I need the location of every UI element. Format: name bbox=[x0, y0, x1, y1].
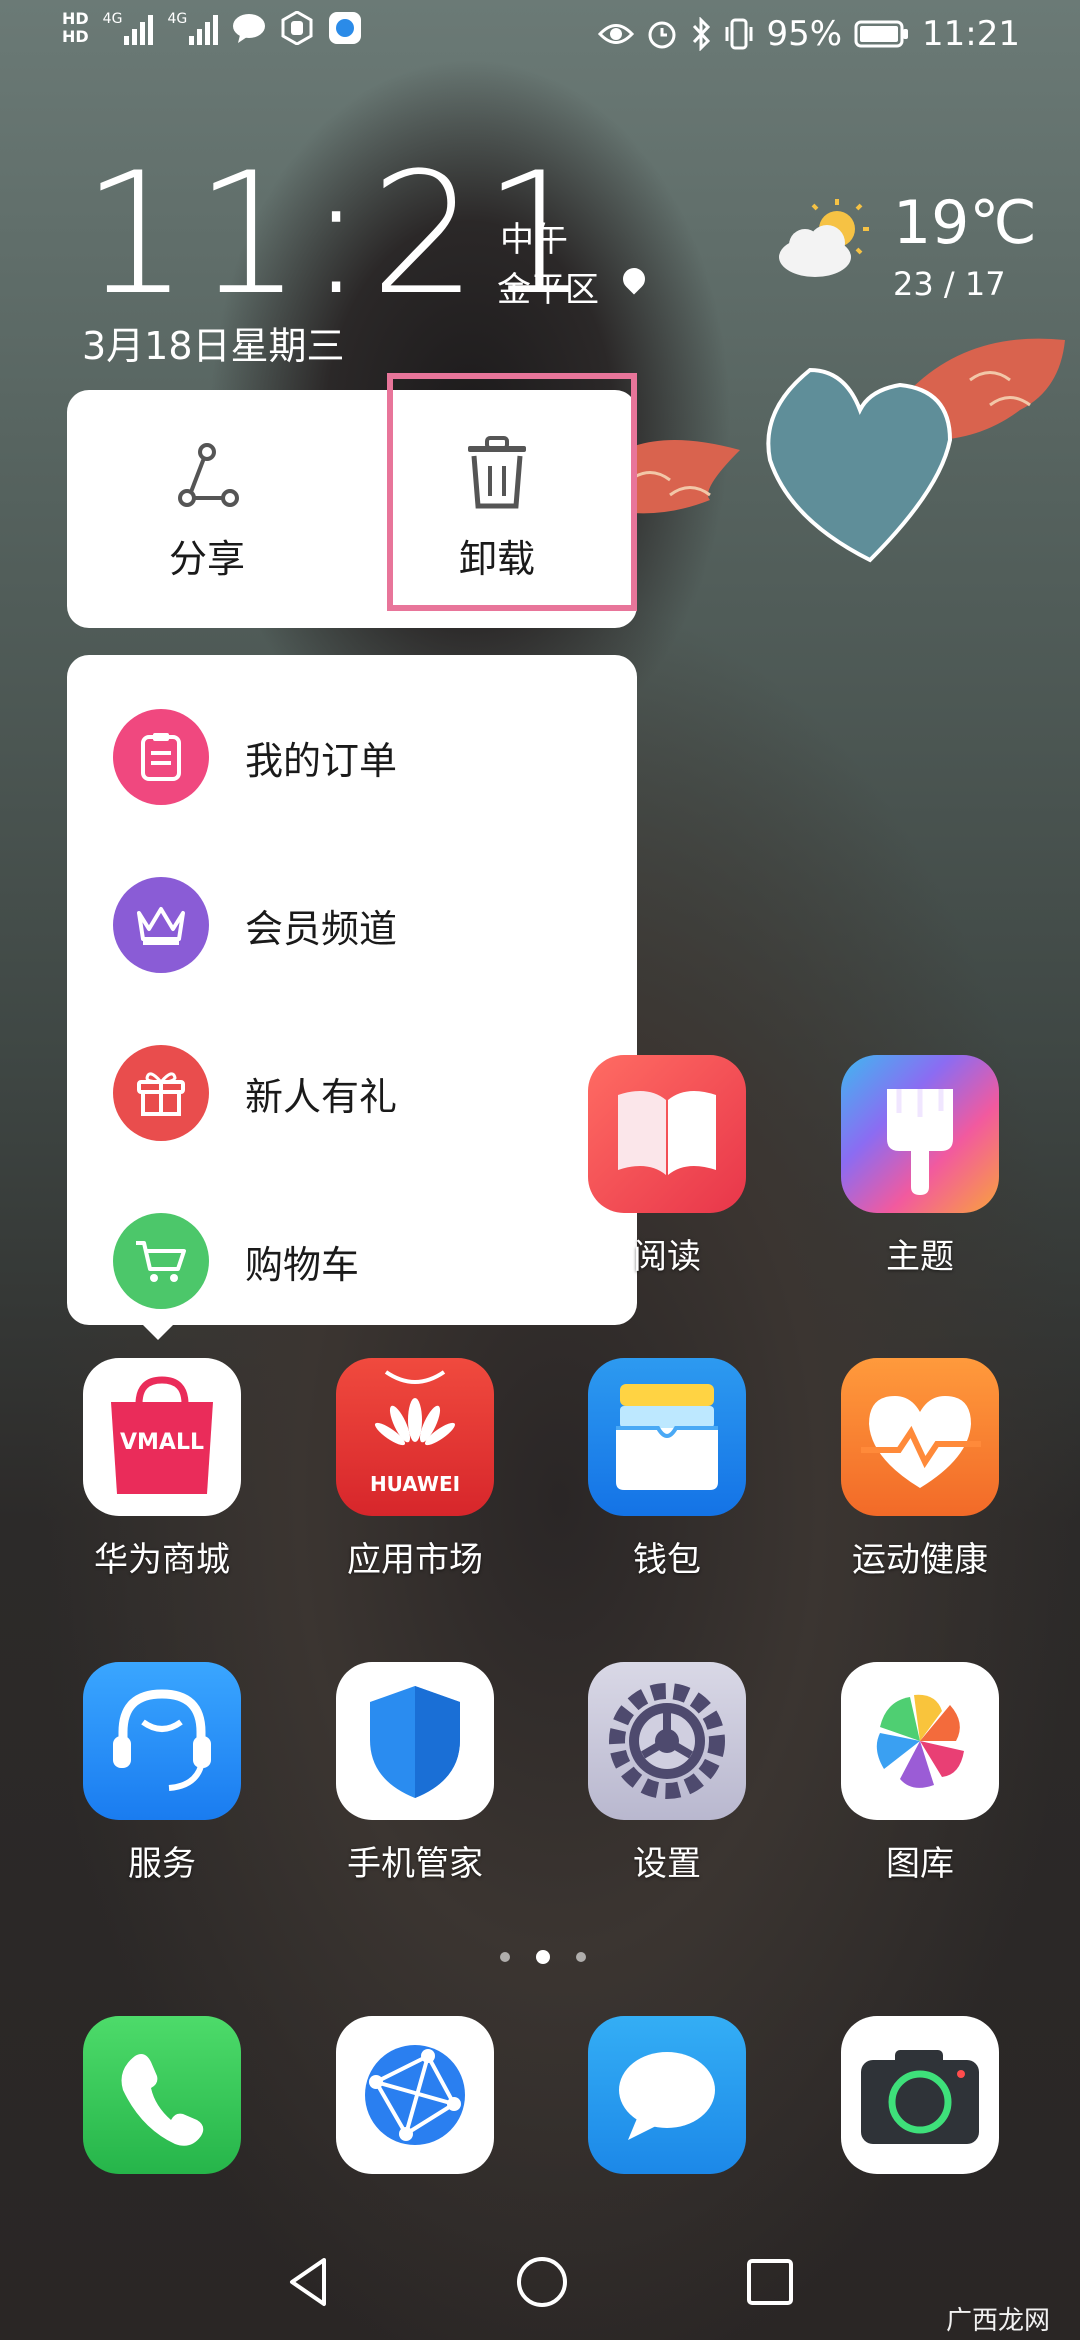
app-themes[interactable]: 主题 bbox=[840, 1055, 1000, 1278]
health-heart-icon bbox=[841, 1358, 999, 1516]
book-icon bbox=[588, 1055, 746, 1213]
status-bar: HD HD 4G 4G 95% 11:21 bbox=[0, 0, 1080, 72]
hd2-icon: HD bbox=[62, 27, 89, 46]
back-icon[interactable] bbox=[284, 2254, 332, 2310]
shortcut-label: 会员频道 bbox=[245, 906, 398, 951]
shortcut-label: 购物车 bbox=[245, 1242, 360, 1287]
camera-icon bbox=[841, 2016, 999, 2174]
brush-icon bbox=[841, 1055, 999, 1213]
page-indicator bbox=[500, 1950, 586, 1964]
status-time: 11:21 bbox=[922, 14, 1020, 54]
vibrate-icon bbox=[725, 18, 753, 50]
shortcut-label: 我的订单 bbox=[245, 738, 398, 783]
hand-icon bbox=[281, 11, 313, 45]
app-label: 华为商城 bbox=[94, 1540, 230, 1580]
app-notification-icon bbox=[329, 12, 362, 44]
share-icon bbox=[178, 443, 239, 507]
widget-date: 3月18日星期三 bbox=[82, 324, 345, 368]
app-label: 运动健康 bbox=[852, 1540, 988, 1580]
app-service[interactable]: 服务 bbox=[82, 1662, 242, 1885]
app-vmall[interactable]: VMALL 华为商城 bbox=[82, 1358, 242, 1581]
wallet-icon bbox=[588, 1358, 746, 1516]
battery-icon bbox=[854, 20, 909, 48]
vmall-icon: VMALL bbox=[83, 1358, 241, 1516]
dock-camera[interactable] bbox=[840, 2016, 1000, 2174]
menu-pointer bbox=[136, 1318, 180, 1340]
weather-temperature: 19℃ bbox=[893, 188, 1037, 258]
widget-location: 金平区 bbox=[497, 270, 599, 310]
cart-icon bbox=[113, 1213, 209, 1309]
app-label: 设置 bbox=[633, 1844, 701, 1884]
service-headset-icon bbox=[83, 1662, 241, 1820]
app-gallery[interactable]: 图库 bbox=[840, 1662, 1000, 1885]
app-label: 主题 bbox=[886, 1237, 954, 1277]
shield-icon bbox=[336, 1662, 494, 1820]
share-button[interactable]: 分享 bbox=[67, 390, 347, 628]
shortcut-newcomer-gift[interactable]: 新人有礼 bbox=[67, 1009, 637, 1177]
app-health[interactable]: 运动健康 bbox=[840, 1358, 1000, 1581]
recents-icon[interactable] bbox=[744, 2256, 796, 2308]
uninstall-highlight-box bbox=[387, 373, 637, 611]
dock-browser[interactable] bbox=[335, 2016, 495, 2174]
app-label: 钱包 bbox=[633, 1540, 701, 1580]
app-label: 应用市场 bbox=[347, 1540, 483, 1580]
page-dot-active bbox=[536, 1950, 550, 1964]
page-dot bbox=[500, 1952, 510, 1962]
partly-cloudy-icon[interactable] bbox=[775, 195, 875, 285]
crown-icon bbox=[113, 877, 209, 973]
app-reading[interactable]: 阅读 bbox=[587, 1055, 747, 1278]
bluetooth-icon bbox=[693, 17, 711, 51]
home-icon[interactable] bbox=[514, 2254, 570, 2310]
alarm-icon bbox=[648, 21, 676, 49]
status-left: HD HD 4G 4G bbox=[62, 10, 362, 46]
app-wallet[interactable]: 钱包 bbox=[587, 1358, 747, 1581]
app-label: 手机管家 bbox=[347, 1844, 483, 1884]
weather-range: 23 / 17 bbox=[893, 265, 1006, 303]
signal1-icon: 4G bbox=[103, 11, 154, 45]
app-appgallery[interactable]: HUAWEI 应用市场 bbox=[335, 1358, 495, 1581]
app-phone-manager[interactable]: 手机管家 bbox=[335, 1662, 495, 1885]
gift-icon bbox=[113, 1045, 209, 1141]
dock-messages[interactable] bbox=[587, 2016, 747, 2174]
shortcut-my-orders[interactable]: 我的订单 bbox=[67, 673, 637, 841]
gear-icon bbox=[588, 1662, 746, 1820]
share-label: 分享 bbox=[168, 537, 245, 581]
status-right: 95% 11:21 bbox=[598, 14, 1020, 54]
hd1-icon: HD bbox=[62, 9, 89, 28]
messages-icon bbox=[588, 2016, 746, 2174]
signal2-icon: 4G bbox=[167, 11, 219, 45]
system-nav-bar bbox=[0, 2240, 1080, 2340]
chat-bubble-icon bbox=[233, 14, 266, 43]
shortcut-member-channel[interactable]: 会员频道 bbox=[67, 841, 637, 1009]
dock-phone[interactable] bbox=[82, 2016, 242, 2174]
page-dot bbox=[576, 1952, 586, 1962]
gallery-pinwheel-icon bbox=[841, 1662, 999, 1820]
app-shortcuts-panel: 我的订单 会员频道 新人有礼 购物车 bbox=[67, 655, 637, 1325]
browser-icon bbox=[336, 2016, 494, 2174]
eye-icon bbox=[598, 24, 635, 44]
vmall-badge: VMALL bbox=[120, 1430, 204, 1455]
app-label: 服务 bbox=[128, 1844, 196, 1884]
widget-period: 中午 bbox=[500, 220, 568, 260]
huawei-appgallery-icon: HUAWEI bbox=[336, 1358, 494, 1516]
shortcut-label: 新人有礼 bbox=[245, 1074, 398, 1119]
app-label: 图库 bbox=[886, 1844, 954, 1884]
winged-heart-sticker bbox=[590, 338, 1065, 563]
app-settings[interactable]: 设置 bbox=[587, 1662, 747, 1885]
app-label: 阅读 bbox=[633, 1237, 701, 1277]
watermark: 广西龙网 bbox=[945, 2306, 1050, 2336]
hd-indicators: HD HD bbox=[62, 10, 89, 46]
order-icon bbox=[113, 709, 209, 805]
phone-icon bbox=[83, 2016, 241, 2174]
battery-percent: 95% bbox=[766, 14, 843, 54]
location-pin-icon bbox=[618, 263, 650, 295]
appgallery-badge: HUAWEI bbox=[369, 1472, 461, 1496]
